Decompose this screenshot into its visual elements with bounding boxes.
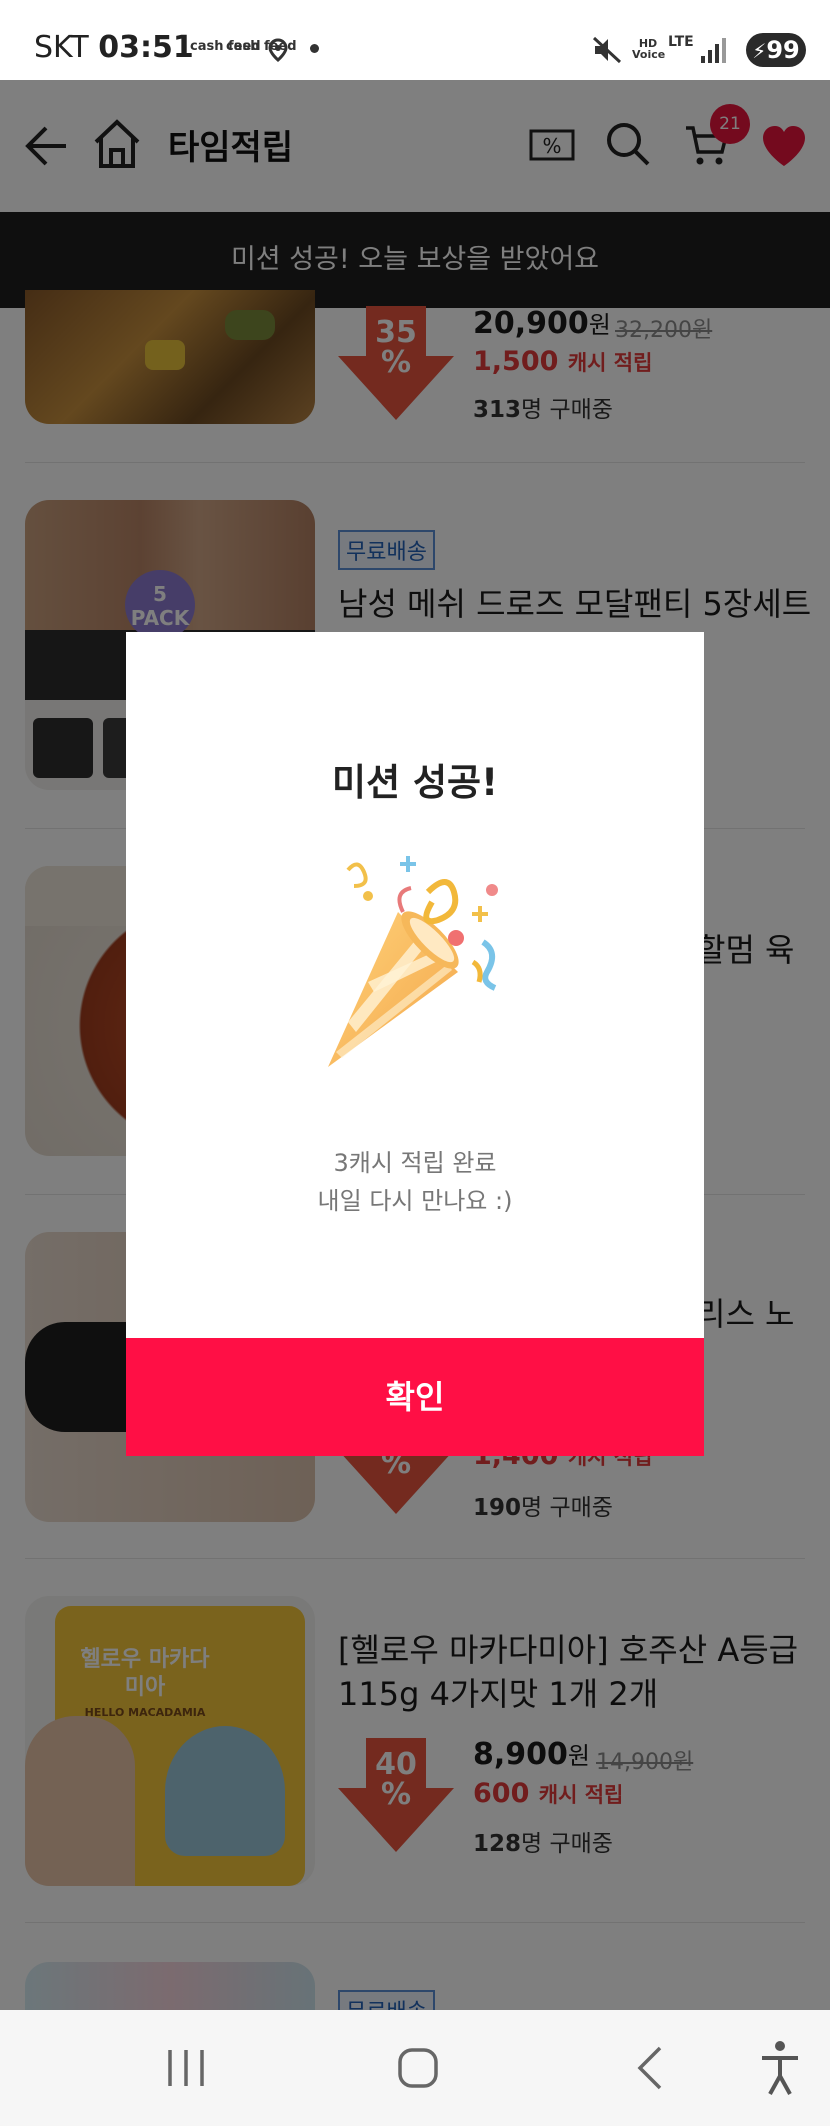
accessibility-icon[interactable] xyxy=(720,2010,830,2126)
reward-message: 3캐시 적립 완료 xyxy=(333,1149,497,1177)
recent-apps-icon[interactable] xyxy=(126,2010,246,2126)
signal-icon xyxy=(701,38,726,63)
dialog-message: 3캐시 적립 완료 내일 다시 만나요 :) xyxy=(126,1144,704,1220)
battery-indicator: ⚡99 xyxy=(746,33,806,67)
system-nav-bar xyxy=(0,2010,830,2126)
confirm-button[interactable]: 확인 xyxy=(126,1338,704,1456)
battery-bolt-icon: ⚡ xyxy=(752,39,767,63)
party-popper-icon xyxy=(328,856,498,1067)
notification-dot xyxy=(310,44,319,53)
location-icon xyxy=(268,38,288,62)
carrier: SKT xyxy=(34,30,89,65)
lte-indicator: LTE xyxy=(668,34,694,50)
farewell-message: 내일 다시 만나요 :) xyxy=(317,1187,513,1215)
back-nav-icon[interactable] xyxy=(590,2010,710,2126)
mute-icon xyxy=(592,36,622,64)
home-nav-icon[interactable] xyxy=(358,2010,478,2126)
clock: 03:51 xyxy=(98,30,194,65)
carrier-time: SKT 03:51 xyxy=(34,30,194,65)
status-bar: SKT 03:51 cash feed cash feed HD Voice L… xyxy=(0,0,830,80)
mission-success-dialog: 미션 성공! 3캐시 적립 완료 내일 다시 만나요 :) 확인 xyxy=(126,632,704,1456)
battery-level: 99 xyxy=(766,36,800,64)
hd-voice-indicator: HD Voice xyxy=(632,37,666,61)
dialog-title: 미션 성공! xyxy=(332,761,498,804)
